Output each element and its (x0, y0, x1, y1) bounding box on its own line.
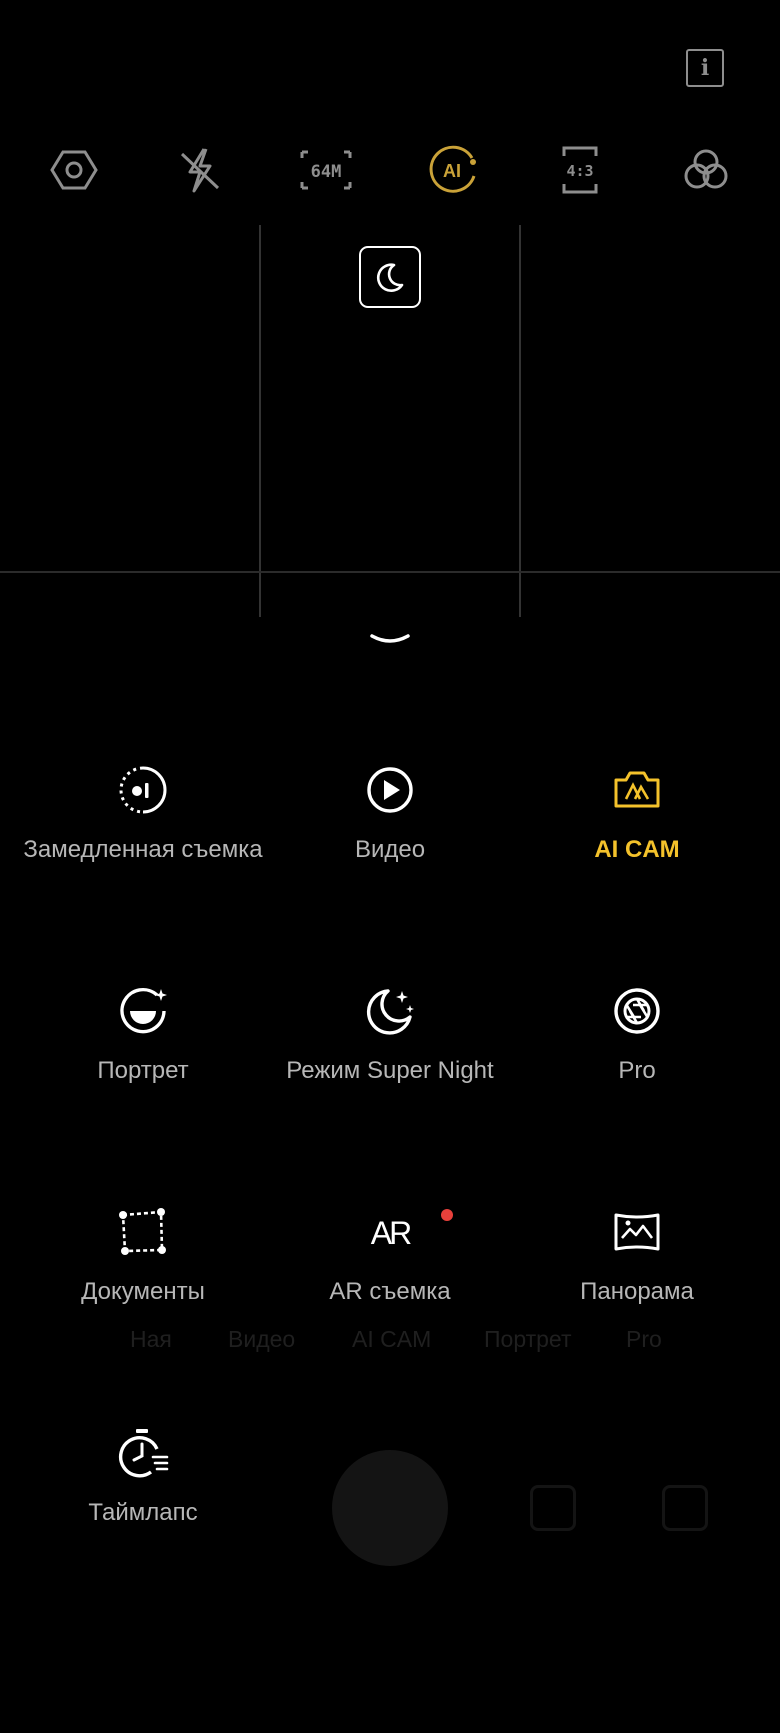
timelapse-icon (117, 1427, 169, 1479)
ghost-mode-label: Pro (626, 1326, 662, 1352)
ar-icon: AR (364, 1206, 453, 1258)
switch-camera-icon (530, 1485, 576, 1531)
super-night-icon (364, 985, 416, 1037)
mode-label: Pro (618, 1057, 656, 1084)
mode-label: Панорама (580, 1278, 694, 1305)
mode-label: Видео (354, 836, 426, 863)
video-play-icon (364, 764, 416, 816)
info-button[interactable]: i (686, 49, 724, 87)
settings-hex-icon[interactable] (46, 142, 102, 198)
moon-icon (376, 263, 404, 292)
grid-line (519, 225, 521, 617)
resolution-label: 64M (311, 162, 342, 182)
aspect-label: 4:3 (566, 162, 593, 180)
gallery-thumbnail-icon (662, 1485, 708, 1531)
resolution-icon[interactable]: 64M (298, 142, 354, 198)
mode-label: Замедленная съемка (23, 836, 263, 863)
mode-label: Таймлапс (88, 1499, 198, 1526)
mode-slow-motion[interactable]: Замедленная съемка (13, 764, 273, 865)
grid-line (259, 225, 261, 617)
pro-aperture-icon (611, 985, 663, 1037)
filters-icon[interactable] (678, 142, 734, 198)
grid-line (0, 571, 780, 573)
mode-label: Режим Super Night (286, 1057, 494, 1084)
mode-label: Документы (81, 1278, 205, 1305)
mode-panorama[interactable]: Панорама (507, 1206, 767, 1307)
ghost-mode-label: AI CAM (352, 1326, 432, 1352)
shutter-button (332, 1450, 448, 1566)
mode-pro[interactable]: Pro (507, 985, 767, 1086)
mode-ai-cam[interactable]: AI CAM (507, 764, 767, 865)
mode-timelapse[interactable]: Таймлапс (13, 1427, 273, 1528)
info-icon: i (700, 55, 710, 81)
mode-documents[interactable]: Документы (13, 1206, 273, 1307)
mode-label: AR съемка (329, 1278, 451, 1305)
portrait-icon (117, 985, 169, 1037)
flash-off-icon[interactable] (172, 142, 228, 198)
ai-icon[interactable]: AI (426, 142, 482, 198)
ar-glyph: AR (371, 1215, 411, 1251)
mode-label: AI CAM (594, 836, 680, 863)
ghost-mode-label: Видео (228, 1326, 296, 1352)
panorama-icon (611, 1206, 663, 1258)
documents-scan-icon (117, 1206, 169, 1258)
ghost-mode-label: Ная (130, 1326, 172, 1352)
mode-label: Портрет (97, 1057, 189, 1084)
ghost-mode-label: Портрет (484, 1326, 572, 1352)
mode-video[interactable]: Видео (260, 764, 520, 865)
night-mode-button[interactable] (359, 246, 421, 308)
mode-portrait[interactable]: Портрет (13, 985, 273, 1086)
mode-ar[interactable]: AR AR съемка (260, 1206, 520, 1307)
aspect-ratio-icon[interactable]: 4:3 (552, 142, 608, 198)
ai-cam-icon (611, 764, 663, 816)
ai-label: AI (443, 161, 461, 181)
mode-super-night[interactable]: Режим Super Night (260, 985, 520, 1086)
new-badge-dot (441, 1209, 453, 1221)
slow-motion-icon (117, 764, 169, 816)
collapse-chevron-icon[interactable] (366, 628, 414, 652)
